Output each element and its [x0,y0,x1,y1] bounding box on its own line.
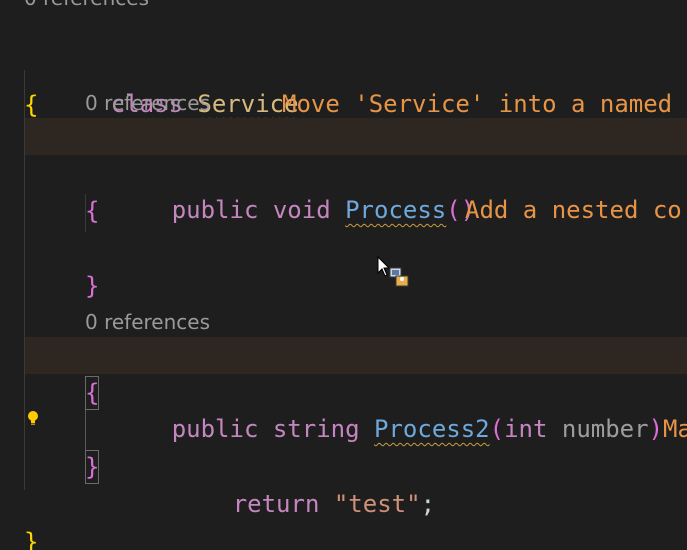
indent-guide-outer [24,70,25,490]
codelens-references-top[interactable]: 0 references [24,0,149,12]
outer-close-brace: } [24,528,39,550]
code-line-return: return "test"; [0,412,687,518]
keyword-public: public [171,196,259,224]
code-line-process-signature: public void Process() Add a nested co [24,118,687,224]
keyword-void: void [272,196,331,224]
code-line-open-brace-outer: { [0,50,687,119]
code-line-process2-close: } [0,449,687,486]
code-line-process-open: { [0,156,687,225]
codelens-references-process[interactable]: 0 references [85,89,210,117]
indent-guide-process2 [85,410,86,450]
process-close-brace: } [85,272,100,300]
code-line-process2-open: { [0,375,687,412]
code-editor[interactable]: 0 references class Service Move 'Service… [0,0,687,550]
process2-open-brace: { [85,376,100,410]
mouse-pointer-icon [377,256,409,287]
code-line-class-declaration: class Service Move 'Service' into a name… [0,12,687,118]
code-line-process-close: } [0,231,687,300]
inline-hint-add-nested[interactable]: Add a nested co [465,192,682,229]
codelens-references-process2[interactable]: 0 references [85,308,210,336]
code-line-process2-signature: public string Process2(int number) Ma [24,337,687,443]
process-open-brace: { [85,197,100,225]
method-name-process[interactable]: Process [345,196,446,224]
process2-close-brace: } [85,450,100,484]
indent-guide-process [85,194,86,232]
code-line-close-brace-outer: } [0,487,687,550]
